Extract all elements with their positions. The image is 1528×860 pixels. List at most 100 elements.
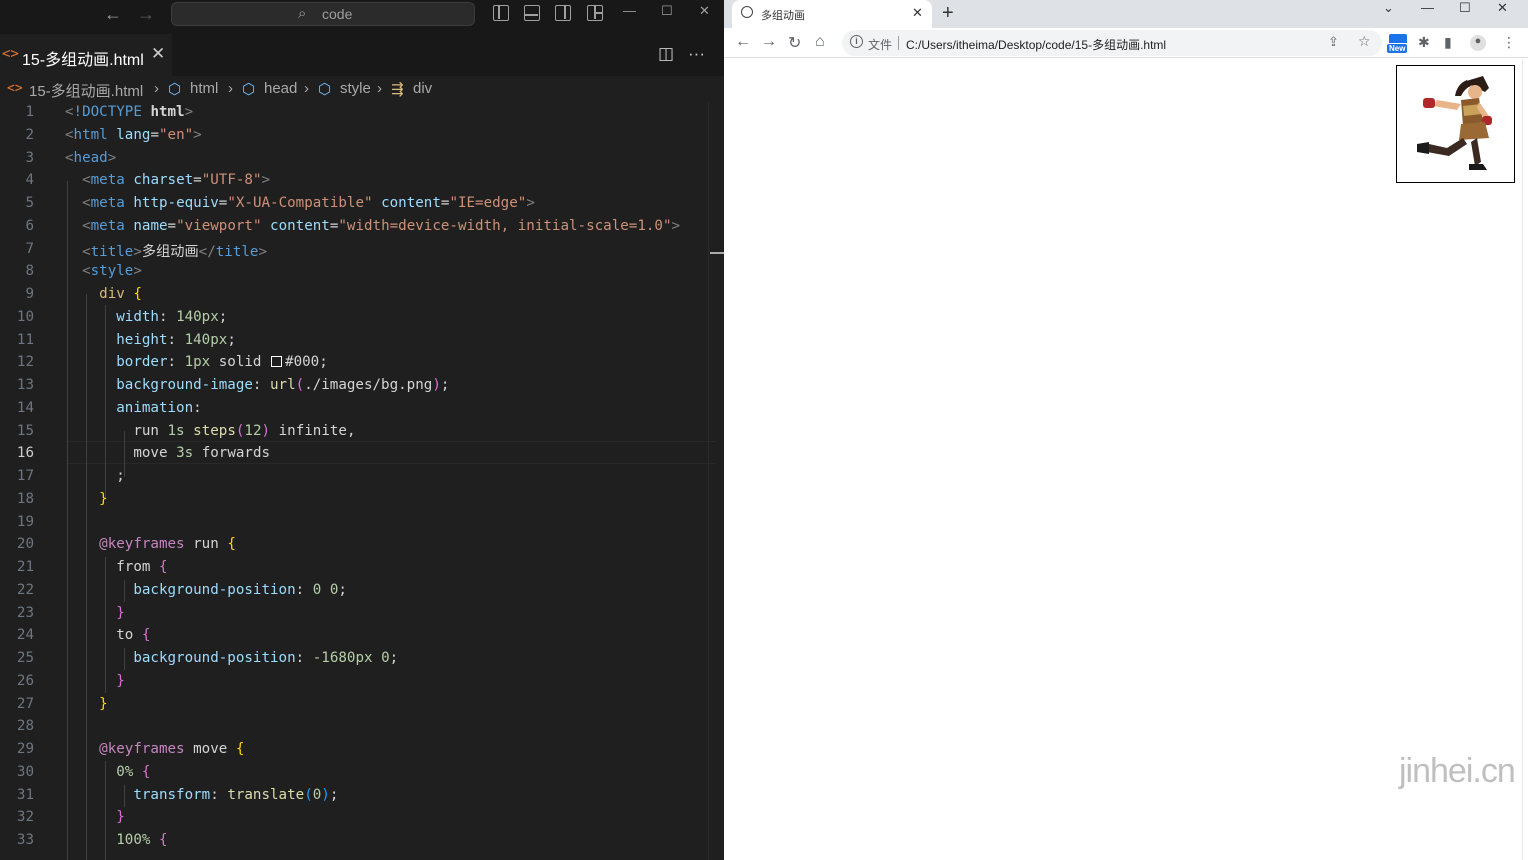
line-number: 6 bbox=[25, 217, 34, 234]
back-arrow-icon[interactable]: ← bbox=[735, 33, 751, 51]
code-line[interactable]: 27 } bbox=[0, 696, 724, 719]
search-icon: ⌕ bbox=[298, 5, 307, 22]
breadcrumb-style[interactable]: style bbox=[340, 80, 371, 97]
code-token: transform bbox=[133, 786, 211, 803]
minimize-icon[interactable]: — bbox=[623, 3, 636, 18]
code-line[interactable]: 3 <head> bbox=[0, 150, 724, 173]
code-line[interactable]: 10 width: 140px; bbox=[0, 309, 724, 332]
new-tab-icon[interactable]: + bbox=[942, 2, 954, 25]
code-punctuation: } bbox=[99, 490, 108, 507]
code-line[interactable]: 7 <title>多组动画</title> bbox=[0, 241, 724, 264]
code-line[interactable]: 19 bbox=[0, 514, 724, 537]
extension-new-badge-icon[interactable]: New bbox=[1387, 32, 1409, 54]
code-punctuation: ) bbox=[321, 786, 330, 803]
more-actions-icon[interactable]: ··· bbox=[688, 44, 705, 64]
toggle-primary-sidebar-icon[interactable] bbox=[493, 5, 509, 21]
browser-tab-title: 多组动画 bbox=[761, 10, 805, 22]
code-area[interactable]: 1 <!DOCTYPE html> 2 <html lang="en"> 3 <head>… bbox=[0, 102, 724, 860]
home-icon[interactable]: ⌂ bbox=[815, 33, 825, 51]
breadcrumb-file[interactable]: 15-多组动画.html bbox=[29, 80, 143, 101]
line-source: border: 1px solid #000; bbox=[116, 354, 328, 371]
breadcrumb-div[interactable]: div bbox=[413, 80, 432, 97]
code-line[interactable]: 32 } bbox=[0, 809, 724, 832]
line-source: <style> bbox=[65, 263, 142, 279]
close-window-icon[interactable]: ✕ bbox=[699, 3, 710, 19]
bookmark-star-icon[interactable]: ☆ bbox=[1358, 33, 1371, 50]
code-line[interactable]: 29 @keyframes move { bbox=[0, 741, 724, 764]
code-token: meta bbox=[90, 195, 125, 211]
code-line[interactable]: 4 <meta charset="UTF-8"> bbox=[0, 172, 724, 195]
line-number: 7 bbox=[25, 240, 34, 257]
code-line[interactable]: 23 } bbox=[0, 605, 724, 628]
url-text[interactable]: C:/Users/itheima/Desktop/code/15-多组动画.ht… bbox=[906, 36, 1166, 53]
close-window-icon[interactable]: ✕ bbox=[1497, 0, 1508, 16]
toggle-secondary-sidebar-icon[interactable] bbox=[555, 5, 571, 21]
side-panel-icon[interactable]: ▮ bbox=[1444, 34, 1452, 51]
browser-tab[interactable]: 多组动画 ✕ bbox=[732, 0, 932, 28]
code-token: 0 bbox=[312, 581, 322, 598]
code-line[interactable]: 6 <meta name="viewport" content="width=d… bbox=[0, 218, 724, 241]
editor-scrollbar[interactable] bbox=[708, 102, 724, 860]
close-tab-icon[interactable]: ✕ bbox=[151, 44, 165, 64]
code-line[interactable]: 25 background-position: -1680px 0; bbox=[0, 650, 724, 673]
code-line[interactable]: 5 <meta http-equiv="X-UA-Compatible" con… bbox=[0, 195, 724, 218]
line-number: 5 bbox=[25, 195, 34, 211]
code-line[interactable]: 8 <style> bbox=[0, 263, 724, 286]
code-line[interactable]: 28 bbox=[0, 718, 724, 741]
reload-icon[interactable]: ↻ bbox=[788, 33, 801, 53]
forward-arrow-icon[interactable]: → bbox=[137, 4, 155, 25]
info-icon[interactable]: i bbox=[850, 35, 863, 48]
extensions-puzzle-icon[interactable]: ✱ bbox=[1418, 34, 1430, 51]
code-token: "UTF-8" bbox=[201, 172, 262, 189]
customize-layout-icon[interactable] bbox=[587, 5, 603, 21]
breadcrumb-html[interactable]: html bbox=[190, 80, 218, 97]
maximize-icon[interactable]: ☐ bbox=[661, 3, 673, 19]
command-center-search[interactable]: ⌕ code bbox=[171, 2, 475, 26]
line-source: 0% { bbox=[65, 764, 150, 780]
code-line[interactable]: 31 transform: translate(0); bbox=[0, 787, 724, 810]
line-source: to { bbox=[65, 627, 150, 643]
code-line[interactable]: 21 from { bbox=[0, 559, 724, 582]
profile-avatar-icon[interactable]: ● bbox=[1470, 35, 1486, 51]
code-line[interactable]: 20 @keyframes run { bbox=[0, 536, 724, 559]
code-punctuation bbox=[271, 356, 283, 368]
forward-arrow-icon[interactable]: → bbox=[761, 33, 777, 51]
code-punctuation: </ bbox=[198, 243, 216, 260]
tab-search-chevron-icon[interactable]: ⌄ bbox=[1383, 0, 1394, 16]
page-viewport bbox=[724, 59, 1528, 860]
code-line[interactable]: 2 <html lang="en"> bbox=[0, 127, 724, 150]
line-number: 32 bbox=[16, 809, 34, 826]
code-line[interactable]: 13 background-image: url(./images/bg.png… bbox=[0, 377, 724, 400]
breadcrumb-head[interactable]: head bbox=[264, 80, 297, 97]
line-source: width: 140px; bbox=[116, 308, 228, 325]
code-line[interactable]: 15 run 1s steps(12) infinite, bbox=[0, 423, 724, 446]
address-bar[interactable]: i 文件 C:/Users/itheima/Desktop/code/15-多组… bbox=[842, 30, 1382, 56]
code-token: "IE=edge" bbox=[449, 195, 527, 211]
code-line[interactable]: 30 0% { bbox=[0, 764, 724, 787]
code-line[interactable]: 16 move 3s forwards bbox=[0, 445, 724, 468]
code-line[interactable]: 17 ; bbox=[0, 468, 724, 491]
code-line[interactable]: 24 to { bbox=[0, 627, 724, 650]
code-line[interactable]: 18 } bbox=[0, 491, 724, 514]
menu-kebab-icon[interactable]: ⋮ bbox=[1502, 34, 1516, 51]
code-line[interactable]: 33 100% { bbox=[0, 832, 724, 855]
code-line[interactable]: 9 div { bbox=[0, 286, 724, 309]
line-source: <head> bbox=[65, 150, 116, 166]
share-icon[interactable]: ⇪ bbox=[1328, 34, 1339, 50]
minimize-icon[interactable]: — bbox=[1421, 0, 1434, 15]
close-tab-icon[interactable]: ✕ bbox=[912, 5, 923, 21]
chevron-right-icon: › bbox=[154, 80, 159, 97]
maximize-icon[interactable]: ☐ bbox=[1459, 0, 1471, 16]
line-number: 20 bbox=[16, 536, 34, 553]
code-line[interactable]: 22 background-position: 0 0; bbox=[0, 582, 724, 605]
code-line[interactable]: 1 <!DOCTYPE html> bbox=[0, 104, 724, 127]
tab-active-file[interactable]: <> 15-多组动画.html ✕ bbox=[0, 34, 172, 76]
toggle-panel-icon[interactable] bbox=[524, 5, 540, 21]
split-editor-icon[interactable]: ◫ bbox=[658, 44, 674, 64]
code-line[interactable]: 11 height: 140px; bbox=[0, 332, 724, 355]
line-number: 25 bbox=[16, 650, 34, 666]
back-arrow-icon[interactable]: ← bbox=[104, 4, 122, 25]
code-line[interactable]: 14 animation: bbox=[0, 400, 724, 423]
code-line[interactable]: 26 } bbox=[0, 673, 724, 696]
code-line[interactable]: 12 border: 1px solid #000; bbox=[0, 354, 724, 377]
